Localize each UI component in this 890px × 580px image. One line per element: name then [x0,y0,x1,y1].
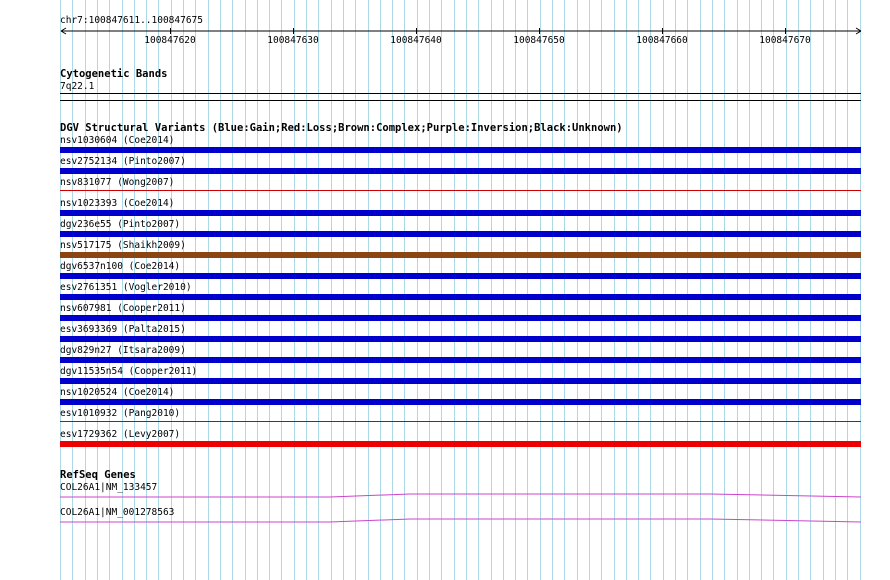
gene-feature-1 [60,493,861,498]
gene-feature-2 [60,518,861,523]
gene-features[interactable] [60,0,861,580]
